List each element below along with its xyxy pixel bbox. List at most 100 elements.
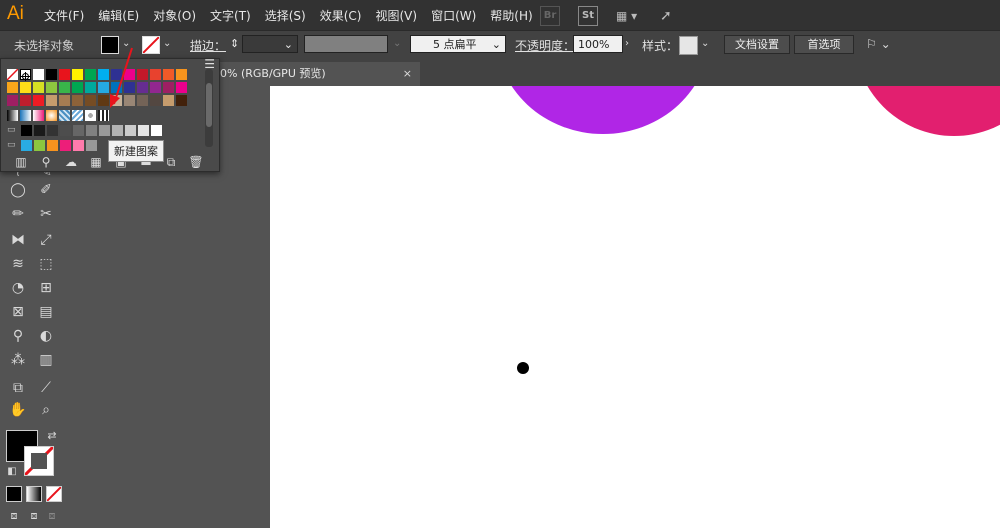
black-dot[interactable] — [517, 362, 529, 374]
color-swatch[interactable] — [72, 82, 83, 93]
opacity-arrow-icon[interactable]: › — [625, 36, 635, 52]
default-fill-stroke-icon[interactable]: ◧ — [2, 462, 22, 482]
menu-help[interactable]: 帮助(H) — [490, 7, 532, 24]
perspective-grid-tool-icon[interactable]: ⊞ — [36, 278, 56, 298]
draw-behind-icon[interactable]: ⧈ — [24, 506, 44, 526]
color-swatch[interactable] — [150, 95, 161, 106]
color-swatch[interactable] — [33, 95, 44, 106]
swatch-grad3[interactable] — [33, 110, 44, 121]
color-swatch[interactable] — [59, 82, 70, 93]
color-swatch[interactable] — [73, 125, 84, 136]
purple-circle[interactable] — [496, 86, 710, 134]
hand-tool-icon[interactable]: ✋ — [8, 400, 28, 420]
menu-object[interactable]: 对象(O) — [153, 7, 196, 24]
color-swatch[interactable] — [125, 125, 136, 136]
pink-circle[interactable] — [854, 86, 1000, 136]
paintbrush-tool-icon[interactable]: ✐ — [36, 180, 56, 200]
color-swatch[interactable] — [46, 82, 57, 93]
color-swatch[interactable] — [85, 82, 96, 93]
symbol-sprayer-tool-icon[interactable]: ⁂ — [8, 350, 28, 370]
blend-tool-icon[interactable]: ◐ — [36, 326, 56, 346]
stroke-color-box[interactable] — [23, 445, 55, 477]
scissors-tool-icon[interactable]: ✂ — [36, 204, 56, 224]
menu-type[interactable]: 文字(T) — [210, 7, 251, 24]
arrange-panels-icon[interactable]: ⚐ ⌄ — [866, 36, 892, 52]
color-swatch[interactable] — [46, 95, 57, 106]
swatch-none[interactable] — [6, 68, 19, 81]
color-swatch[interactable] — [60, 125, 71, 136]
color-swatch[interactable] — [33, 69, 44, 80]
color-swatch[interactable] — [176, 95, 187, 106]
stroke-weight-stepper[interactable]: ⇕ — [226, 35, 240, 53]
color-swatch[interactable] — [112, 125, 123, 136]
brush-definition-field[interactable]: 5 点扁平 ⌄ — [410, 35, 506, 53]
preferences-button[interactable]: 首选项 — [794, 35, 854, 54]
delete-swatch-icon[interactable]: 🗑 — [186, 155, 206, 170]
color-swatch[interactable] — [7, 95, 18, 106]
color-swatch[interactable] — [150, 82, 161, 93]
shape-builder-tool-icon[interactable]: ◔ — [8, 278, 28, 298]
swatch-grad4[interactable] — [46, 110, 57, 121]
color-swatch[interactable] — [86, 125, 97, 136]
color-swatch[interactable] — [47, 125, 58, 136]
stroke-swatch[interactable] — [142, 36, 160, 54]
color-swatch[interactable] — [20, 82, 31, 93]
swatch-pat3[interactable] — [85, 110, 96, 121]
swatch-folder-icon[interactable]: ▭ — [7, 140, 18, 151]
scrollbar-thumb[interactable] — [206, 83, 212, 127]
color-swatch[interactable] — [21, 140, 32, 151]
color-swatch[interactable] — [86, 140, 97, 151]
mesh-tool-icon[interactable]: ⊠ — [8, 302, 28, 322]
stroke-label[interactable]: 描边： — [190, 37, 226, 54]
bridge-button[interactable]: Br — [540, 6, 560, 26]
column-graph-tool-icon[interactable]: ▥ — [36, 350, 56, 370]
color-swatch[interactable] — [163, 69, 174, 80]
cloud-library-icon[interactable]: ☁ — [61, 155, 81, 170]
color-swatch[interactable] — [72, 69, 83, 80]
eyedropper-tool-icon[interactable]: ⚲ — [8, 326, 28, 346]
swap-fill-stroke-icon[interactable]: ⇄ — [42, 426, 62, 446]
profile-chevron-icon[interactable]: ⌄ — [393, 36, 403, 52]
color-swatch[interactable] — [34, 125, 45, 136]
color-swatch[interactable] — [20, 95, 31, 106]
swatch-libraries-icon[interactable]: ▥ — [11, 155, 31, 170]
color-swatch[interactable] — [7, 82, 18, 93]
menu-window[interactable]: 窗口(W) — [431, 7, 476, 24]
swatch-kind-icon[interactable]: ⚲ — [36, 155, 56, 170]
blob-brush-tool-icon[interactable]: ✏ — [8, 204, 28, 224]
draw-normal-icon[interactable]: ⧈ — [4, 506, 24, 526]
document-tab[interactable]: 0% (RGB/GPU 预览) × — [216, 62, 420, 86]
graphic-style-swatch[interactable] — [679, 36, 698, 55]
ellipse-tool-icon[interactable]: ◯ — [8, 180, 28, 200]
slice-tool-icon[interactable]: ⟋ — [36, 378, 56, 398]
color-swatch[interactable] — [85, 69, 96, 80]
swatch-grad2[interactable] — [20, 110, 31, 121]
swatch-scrollbar[interactable] — [205, 69, 213, 147]
menu-file[interactable]: 文件(F) — [44, 7, 84, 24]
draw-inside-icon[interactable]: ⧈ — [42, 506, 62, 526]
opacity-field[interactable]: 100% — [573, 35, 623, 53]
close-tab-icon[interactable]: × — [403, 62, 412, 86]
document-setup-button[interactable]: 文档设置 — [724, 35, 790, 54]
color-swatch[interactable] — [47, 140, 58, 151]
publish-rocket-icon[interactable]: ➚ — [660, 7, 678, 25]
color-swatch[interactable] — [60, 140, 71, 151]
color-swatch[interactable] — [46, 69, 57, 80]
opacity-label[interactable]: 不透明度： — [515, 37, 575, 54]
none-mode-button[interactable] — [46, 486, 62, 502]
swatch-options-icon[interactable]: ▦ — [86, 155, 106, 170]
menu-view[interactable]: 视图(V) — [375, 7, 417, 24]
swatch-grad1[interactable] — [7, 110, 18, 121]
menu-effect[interactable]: 效果(C) — [320, 7, 362, 24]
menu-select[interactable]: 选择(S) — [265, 7, 306, 24]
stock-button[interactable]: St — [578, 6, 598, 26]
arrange-documents-icon[interactable]: ▦ ▾ — [616, 7, 648, 25]
free-transform-tool-icon[interactable]: ⬚ — [36, 254, 56, 274]
color-swatch[interactable] — [138, 125, 149, 136]
gradient-tool-icon[interactable]: ▤ — [36, 302, 56, 322]
color-swatch[interactable] — [21, 125, 32, 136]
swatch-pat1[interactable] — [59, 110, 70, 121]
gradient-mode-button[interactable] — [26, 486, 42, 502]
color-swatch[interactable] — [176, 69, 187, 80]
new-swatch-icon[interactable]: ⧉ — [161, 155, 181, 170]
